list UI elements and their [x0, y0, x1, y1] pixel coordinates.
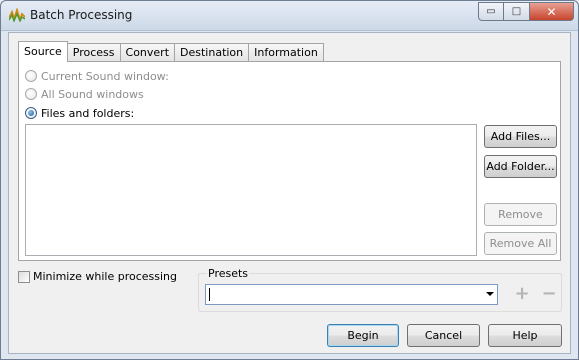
minimize-button[interactable]: ▭: [478, 2, 504, 21]
begin-button[interactable]: Begin: [327, 324, 399, 347]
add-files-button[interactable]: Add Files...: [484, 125, 557, 148]
minimize-while-processing-option[interactable]: Minimize while processing: [18, 270, 177, 283]
files-and-folders-label: Files and folders:: [41, 106, 135, 120]
presets-label: Presets: [207, 267, 250, 280]
file-list[interactable]: [25, 124, 477, 256]
tab-convert[interactable]: Convert: [119, 43, 176, 62]
caption-buttons: ▭ □ ✕: [478, 2, 574, 21]
files-and-folders-radio[interactable]: [25, 107, 37, 119]
tab-process[interactable]: Process: [66, 43, 121, 62]
all-sound-windows-label: All Sound windows: [41, 87, 144, 101]
maximize-icon: □: [511, 6, 522, 17]
minimize-icon: ▭: [486, 6, 496, 17]
source-tab-panel: Current Sound window: All Sound windows …: [18, 61, 561, 261]
current-sound-window-option[interactable]: Current Sound window:: [25, 68, 169, 84]
batch-processing-window: Batch Processing ▭ □ ✕ Source Process Co…: [0, 0, 579, 360]
remove-button[interactable]: Remove: [484, 203, 557, 226]
presets-group: Presets + −: [198, 267, 562, 312]
close-icon: ✕: [546, 4, 557, 19]
tab-source[interactable]: Source: [18, 41, 68, 62]
chevron-down-icon[interactable]: [486, 292, 494, 296]
plus-icon[interactable]: +: [514, 285, 530, 303]
text-caret: [209, 288, 210, 301]
files-and-folders-option[interactable]: Files and folders:: [25, 105, 134, 121]
tab-strip: Source Process Convert Destination Infor…: [18, 41, 324, 62]
add-folder-button[interactable]: Add Folder...: [484, 155, 557, 178]
tab-information[interactable]: Information: [248, 43, 324, 62]
waveform-app-icon: [9, 8, 25, 22]
close-button[interactable]: ✕: [530, 2, 574, 21]
maximize-button[interactable]: □: [504, 2, 530, 21]
all-sound-windows-radio[interactable]: [25, 88, 37, 100]
remove-all-button[interactable]: Remove All: [484, 232, 557, 255]
tab-destination[interactable]: Destination: [174, 43, 250, 62]
current-sound-window-label: Current Sound window:: [41, 69, 169, 83]
help-button[interactable]: Help: [488, 324, 562, 347]
current-sound-window-radio[interactable]: [25, 70, 37, 82]
minus-icon[interactable]: −: [541, 285, 557, 303]
presets-combobox[interactable]: [205, 284, 498, 305]
minimize-while-processing-checkbox[interactable]: [18, 270, 30, 283]
cancel-button[interactable]: Cancel: [407, 324, 480, 347]
window-title: Batch Processing: [30, 8, 133, 22]
dialog-client-area: Source Process Convert Destination Infor…: [8, 32, 571, 354]
minimize-while-processing-label: Minimize while processing: [33, 270, 178, 283]
all-sound-windows-option[interactable]: All Sound windows: [25, 86, 144, 102]
title-bar[interactable]: Batch Processing ▭ □ ✕: [1, 1, 578, 31]
